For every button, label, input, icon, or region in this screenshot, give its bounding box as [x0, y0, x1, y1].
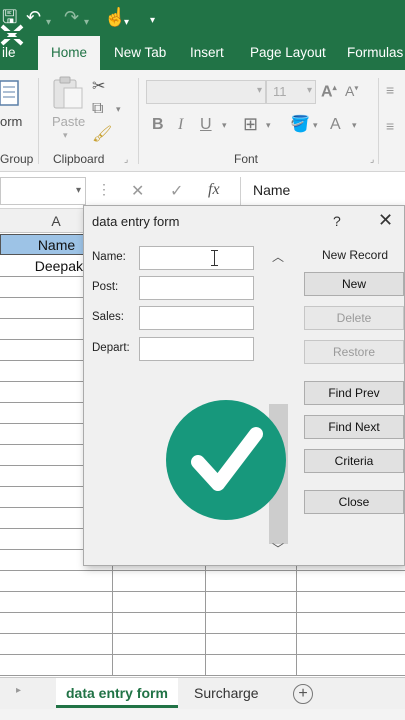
bold-icon[interactable]: B — [152, 116, 164, 134]
cut-icon[interactable]: ✂ — [92, 76, 105, 96]
cancel-icon[interactable]: ✕ — [131, 181, 144, 201]
decrease-font-icon[interactable]: A▾ — [345, 83, 358, 99]
ribbon-tabs: ile Home New Tab Insert Page Layout Form… — [0, 36, 405, 70]
scroll-sheets-icon[interactable]: ▸ — [16, 685, 21, 696]
tab-home[interactable]: Home — [38, 36, 100, 70]
divider — [38, 78, 39, 164]
font-color-icon[interactable]: A — [330, 116, 341, 134]
post-field[interactable] — [139, 276, 254, 300]
close-icon[interactable]: ✕ — [378, 210, 393, 231]
chevron-up-icon[interactable]: ︿ — [272, 248, 284, 265]
more-icon: ⋮ — [97, 181, 111, 197]
tab-new-tab[interactable]: New Tab — [106, 36, 174, 70]
sales-field[interactable] — [139, 306, 254, 330]
paste-dropdown-icon[interactable]: ▾ — [63, 130, 68, 141]
align-top-icon[interactable]: ≡ — [386, 82, 394, 98]
dialog-title: data entry form — [92, 214, 180, 229]
font-color-dropdown-icon[interactable]: ▾ — [352, 120, 357, 131]
clipboard-launcher-icon[interactable]: ⌟ — [124, 154, 128, 165]
name-field[interactable] — [139, 246, 254, 270]
underline-icon[interactable]: U — [200, 116, 212, 134]
restore-button[interactable]: Restore — [304, 340, 404, 364]
find-prev-button[interactable]: Find Prev — [304, 381, 404, 405]
font-label: Font — [234, 152, 259, 166]
font-name-select[interactable]: ▾ — [146, 80, 266, 104]
redo-dropdown-icon[interactable]: ▾ — [84, 12, 89, 34]
font-size-value: 11 — [273, 84, 287, 99]
sheet-tab-bar: ▸ data entry form Surcharge + — [0, 677, 405, 709]
form-icon[interactable] — [0, 80, 20, 106]
chevron-down-icon[interactable]: ﹀ — [272, 540, 284, 557]
align-left-icon[interactable]: ≡ — [386, 118, 394, 134]
text-cursor-icon — [211, 250, 218, 266]
delete-button[interactable]: Delete — [304, 306, 404, 330]
tab-formulas[interactable]: Formulas — [339, 36, 405, 70]
increase-font-icon[interactable]: A▴ — [321, 83, 337, 101]
field-label-sales: Sales: — [92, 311, 124, 323]
customize-toolbar-icon[interactable]: ▾ — [150, 10, 155, 32]
sheet-tab-data-entry-form[interactable]: data entry form — [56, 678, 178, 708]
depart-field[interactable] — [139, 337, 254, 361]
excel-logo-icon — [0, 24, 26, 46]
copy-dropdown-icon[interactable]: ▾ — [116, 104, 121, 115]
copy-icon[interactable]: ⧉ — [92, 100, 103, 118]
formula-bar: ▾ ⋮ ✕ ✓ fx Name — [0, 173, 405, 209]
name-box[interactable]: ▾ — [0, 177, 86, 205]
table-row — [0, 634, 405, 655]
table-row — [0, 592, 405, 613]
borders-dropdown-icon[interactable]: ▾ — [266, 120, 271, 131]
tab-insert[interactable]: Insert — [182, 36, 232, 70]
italic-icon[interactable]: I — [178, 116, 183, 134]
field-label-name: Name: — [92, 251, 126, 263]
group-label: Group — [0, 152, 34, 166]
record-status: New Record — [322, 248, 389, 262]
chevron-down-icon: ▾ — [256, 85, 262, 96]
criteria-button[interactable]: Criteria — [304, 449, 404, 473]
sheet-tab-surcharge[interactable]: Surcharge — [184, 678, 269, 708]
paste-icon[interactable] — [52, 76, 84, 110]
underline-dropdown-icon[interactable]: ▾ — [222, 120, 227, 131]
find-next-button[interactable]: Find Next — [304, 415, 404, 439]
enter-icon[interactable]: ✓ — [170, 181, 183, 201]
checkmark-glyph — [191, 427, 263, 491]
help-button[interactable]: ? — [333, 213, 341, 229]
font-launcher-icon[interactable]: ⌟ — [370, 154, 374, 165]
format-painter-icon[interactable]: 🖌 — [92, 124, 112, 144]
touch-dropdown-icon[interactable]: ▾ — [124, 12, 129, 34]
table-row — [0, 571, 405, 592]
close-button[interactable]: Close — [304, 490, 404, 514]
clipboard-label: Clipboard — [53, 152, 105, 166]
chevron-down-icon: ▾ — [306, 85, 312, 96]
fill-dropdown-icon[interactable]: ▾ — [313, 120, 318, 131]
font-size-select[interactable]: 11 ▾ — [266, 80, 316, 104]
divider — [378, 78, 379, 164]
redo-icon[interactable]: ↷ — [64, 6, 79, 28]
tab-page-layout[interactable]: Page Layout — [242, 36, 334, 70]
add-sheet-icon[interactable]: + — [293, 684, 313, 704]
table-row — [0, 655, 405, 676]
formula-input[interactable]: Name — [240, 177, 405, 205]
formula-value: Name — [253, 182, 291, 198]
field-label-post: Post: — [92, 281, 119, 293]
new-button[interactable]: New — [304, 272, 404, 296]
field-label-depart: Depart: — [92, 342, 130, 354]
borders-icon[interactable]: ⊞ — [243, 114, 258, 135]
paste-label[interactable]: Paste — [52, 114, 85, 129]
insert-function-icon[interactable]: fx — [208, 181, 220, 199]
chevron-down-icon: ▾ — [75, 185, 81, 196]
ribbon: orm Group Paste ▾ ✂ ⧉ ▾ 🖌 Clipboard ⌟ ▾ … — [0, 70, 405, 172]
form-label[interactable]: orm — [0, 114, 22, 129]
undo-dropdown-icon[interactable]: ▾ — [46, 12, 51, 34]
divider — [138, 78, 139, 164]
fill-color-icon[interactable]: 🪣 — [290, 114, 310, 134]
title-bar: 🖫 ↶ ▾ ↷ ▾ ☝ ▾ ▾ — [0, 0, 405, 36]
table-row — [0, 613, 405, 634]
status-bar — [0, 709, 405, 720]
checkmark-icon — [166, 400, 286, 520]
